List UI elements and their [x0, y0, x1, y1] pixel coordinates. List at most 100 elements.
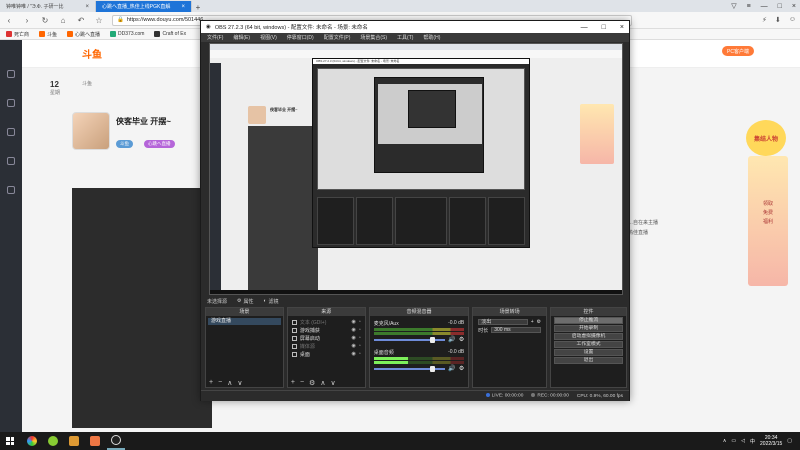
rail-item[interactable] [4, 157, 18, 166]
taskbar-app[interactable] [44, 432, 62, 450]
gear-icon[interactable]: ⚙ [309, 379, 315, 387]
ime-icon[interactable]: 中 [750, 438, 755, 445]
network-icon[interactable]: ▭ [731, 438, 736, 444]
source-item[interactable]: 桌面 ◉ ▫ [290, 350, 363, 358]
close-icon[interactable]: × [620, 24, 624, 31]
new-tab-icon[interactable]: + [192, 3, 204, 12]
menu-profile[interactable]: 配置文件(P) [324, 34, 351, 41]
home-icon[interactable]: ⌂ [58, 16, 68, 25]
lock-icon[interactable]: ▫ [359, 335, 361, 341]
notification-icon[interactable]: ▢ [787, 438, 792, 444]
gear-icon[interactable]: ⚙ [459, 336, 464, 343]
gear-icon[interactable]: ⚙ [459, 365, 464, 372]
visibility-icon[interactable]: ◉ [352, 343, 356, 349]
bookmark-icon[interactable]: ▽ [731, 2, 736, 10]
volume-fader[interactable]: 🔊 ⚙ [373, 336, 464, 343]
start-recording-button[interactable]: 开始录制 [554, 325, 623, 332]
scene-item[interactable]: 游戏直播 [208, 318, 281, 325]
filters-button[interactable]: ◐ 滤镜 [264, 298, 279, 305]
down-icon[interactable]: ∨ [330, 379, 335, 387]
back-icon[interactable]: ‹ [4, 16, 14, 25]
add-icon[interactable]: + [531, 319, 534, 325]
visibility-icon[interactable]: ◉ [352, 327, 356, 333]
lock-icon[interactable]: ▫ [359, 319, 361, 325]
bookmark-item[interactable]: 斗鱼 [39, 31, 57, 38]
rail-item[interactable] [4, 186, 18, 195]
taskbar-app-obs[interactable] [107, 432, 125, 450]
obs-preview[interactable]: 侠客毕业 开摆~ OBS 27.2.3 (64 bit, windows) - … [209, 43, 623, 295]
minimize-icon[interactable]: — [581, 24, 588, 31]
source-item[interactable]: 媒体源 ◉ ▫ [290, 342, 363, 350]
promo-banner[interactable]: 领取 免费 福利 [748, 156, 788, 286]
forward-icon[interactable]: › [22, 16, 32, 25]
fader-track[interactable] [373, 365, 446, 372]
menu-docks[interactable]: 停靠窗口(D) [287, 34, 314, 41]
tray-chevron-icon[interactable]: ∧ [723, 438, 727, 444]
lock-icon[interactable]: ▫ [359, 351, 361, 357]
source-item[interactable]: 游戏捕获 ◉ ▫ [290, 326, 363, 334]
douyu-logo[interactable]: 斗鱼 [82, 46, 102, 61]
virtual-camera-button[interactable]: 启动虚拟摄像机 [554, 333, 623, 340]
maximize-icon[interactable]: □ [778, 3, 782, 10]
star-icon[interactable]: ☆ [94, 16, 104, 25]
speaker-icon[interactable]: 🔊 [448, 336, 455, 343]
bookmark-item[interactable]: Craft of Ex [154, 31, 186, 37]
remove-icon[interactable]: − [300, 379, 304, 386]
avatar[interactable] [72, 112, 110, 150]
remove-icon[interactable]: − [218, 379, 222, 386]
clock[interactable]: 20:34 2022/3/15 [760, 435, 782, 447]
close-icon[interactable]: × [792, 3, 796, 10]
up-icon[interactable]: ∧ [320, 379, 325, 387]
rail-item[interactable] [4, 99, 18, 108]
visibility-icon[interactable]: ◉ [352, 335, 356, 341]
studio-mode-button[interactable]: 工作室模式 [554, 341, 623, 348]
reload-icon[interactable]: ↻ [40, 16, 50, 25]
close-icon[interactable]: × [85, 4, 89, 10]
fader-track[interactable] [373, 336, 446, 343]
video-player[interactable] [72, 188, 212, 428]
download-icon[interactable]: ⬇ [775, 16, 781, 24]
visibility-icon[interactable]: ◉ [352, 319, 356, 325]
source-item[interactable]: 文本 (GDI+) ◉ ▫ [290, 318, 363, 326]
maximize-icon[interactable]: □ [602, 24, 606, 31]
bookmark-item[interactable]: 死亡商 [6, 31, 29, 38]
menu-edit[interactable]: 编辑(E) [233, 34, 250, 41]
add-icon[interactable]: + [209, 379, 213, 386]
lock-icon[interactable]: ▫ [359, 343, 361, 349]
rail-item[interactable] [4, 70, 18, 79]
lock-icon[interactable]: ▫ [359, 327, 361, 333]
properties-button[interactable]: ⚙ 属性 [237, 298, 254, 305]
rail-item[interactable] [4, 128, 18, 137]
menu-icon[interactable]: ≡ [747, 3, 751, 10]
source-item[interactable]: 屏幕启动 ◉ ▫ [290, 334, 363, 342]
add-icon[interactable]: + [291, 379, 295, 386]
exit-button[interactable]: 退出 [554, 357, 623, 364]
bookmark-item[interactable]: 心跳へ直播 [67, 31, 100, 38]
volume-fader[interactable]: 🔊 ⚙ [373, 365, 464, 372]
promo-badge[interactable]: 集结人物 [746, 120, 786, 156]
gear-icon[interactable]: ⚙ [537, 319, 541, 325]
extension-icon[interactable]: ⚡ [762, 16, 767, 24]
up-icon[interactable]: ∧ [227, 379, 232, 387]
minimize-icon[interactable]: — [761, 3, 768, 10]
browser-tab-active[interactable]: 心跳へ直播_热佳上线PGK直解 × [96, 1, 192, 12]
taskbar-app[interactable] [86, 432, 104, 450]
volume-icon[interactable]: ◁ [741, 438, 745, 444]
user-icon[interactable]: ☺ [789, 16, 796, 24]
down-icon[interactable]: ∨ [237, 379, 242, 387]
transition-select[interactable]: 淡出 [478, 319, 528, 325]
speaker-icon[interactable]: 🔊 [448, 365, 455, 372]
fader-knob[interactable] [430, 365, 436, 372]
menu-help[interactable]: 帮助(H) [423, 34, 440, 41]
visibility-icon[interactable]: ◉ [352, 351, 356, 357]
pc-download-button[interactable]: PC客户端 [722, 46, 754, 56]
close-icon[interactable]: × [181, 4, 185, 10]
bookmark-item[interactable]: DD373.com [110, 31, 144, 37]
browser-tab[interactable]: 钟唯钟唯 / "Э.Ф. 子研一比 × [0, 1, 96, 12]
start-button[interactable] [0, 432, 20, 450]
fader-knob[interactable] [430, 336, 436, 343]
menu-scene-collection[interactable]: 场景集合(S) [360, 34, 387, 41]
menu-file[interactable]: 文件(F) [207, 34, 223, 41]
settings-button[interactable]: 设置 [554, 349, 623, 356]
menu-view[interactable]: 视图(V) [260, 34, 277, 41]
